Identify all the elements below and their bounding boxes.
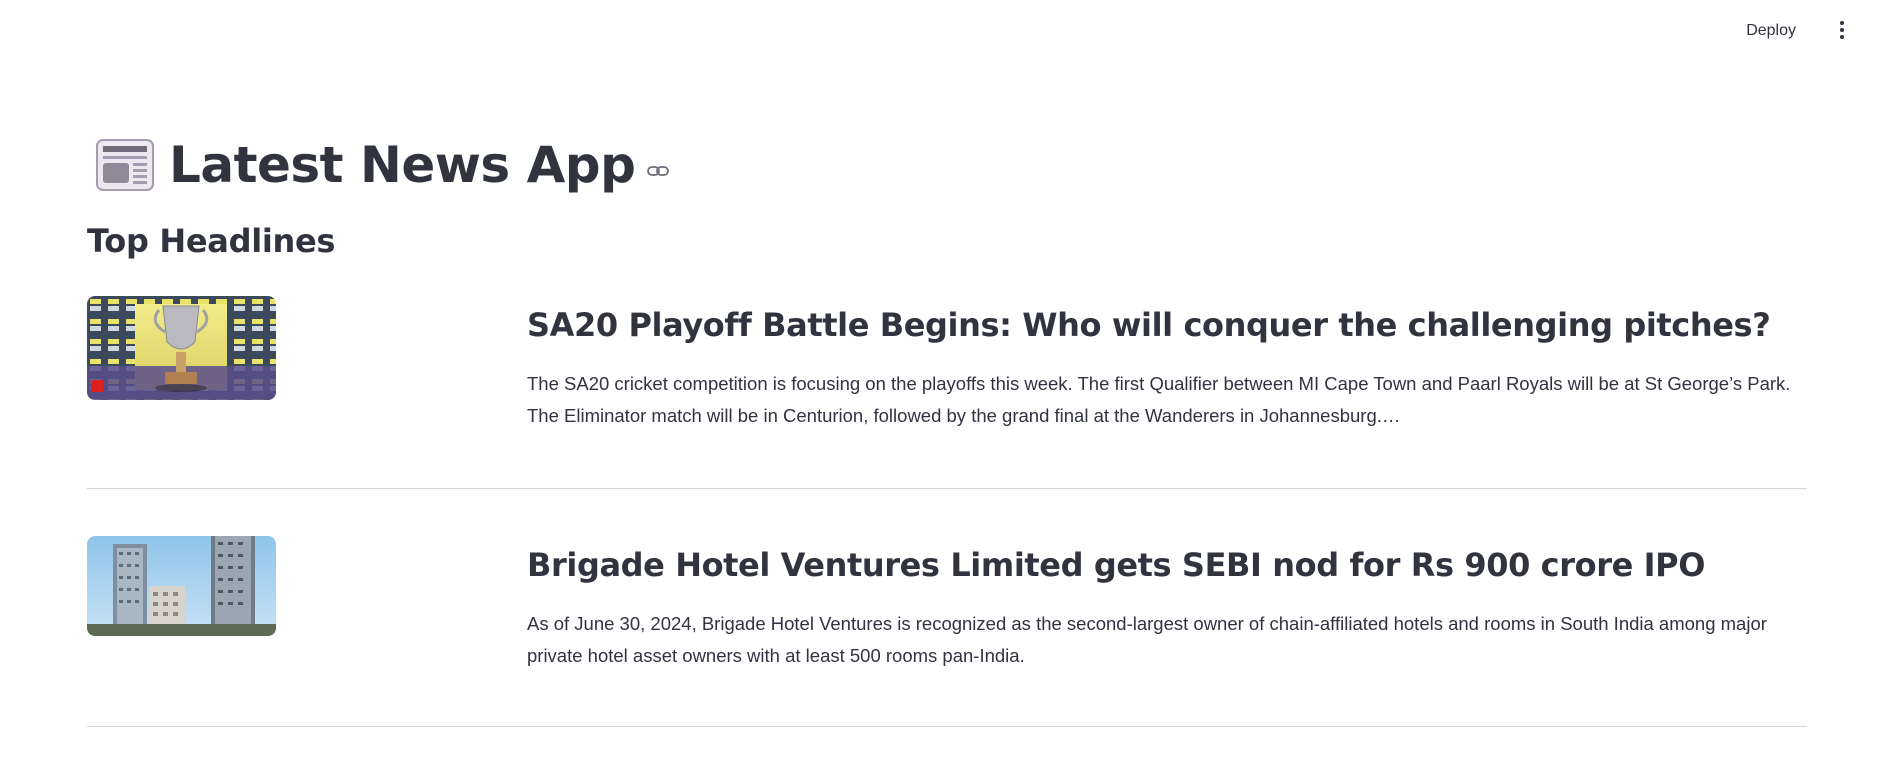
buildings-photo bbox=[87, 536, 276, 636]
divider bbox=[87, 488, 1807, 489]
deploy-button[interactable]: Deploy bbox=[1738, 18, 1804, 44]
main-content: Latest News App Top Headlines bbox=[87, 130, 1807, 260]
section-subheader: Top Headlines bbox=[87, 222, 336, 260]
more-vertical-icon[interactable] bbox=[1832, 18, 1852, 42]
title-row: Latest News App bbox=[87, 130, 1807, 200]
newspaper-icon bbox=[96, 139, 154, 191]
article-description: As of June 30, 2024, Brigade Hotel Ventu… bbox=[527, 613, 1767, 666]
article-headline[interactable]: SA20 Playoff Battle Begins: Who will con… bbox=[527, 306, 1771, 344]
article-thumbnail bbox=[87, 536, 276, 636]
article-item: Brigade Hotel Ventures Limited gets SEBI… bbox=[87, 536, 1807, 736]
article-item: SA20 Playoff Battle Begins: Who will con… bbox=[87, 296, 1807, 496]
page-title: Latest News App bbox=[169, 136, 636, 194]
top-toolbar: Deploy bbox=[0, 0, 1890, 60]
article-headline[interactable]: Brigade Hotel Ventures Limited gets SEBI… bbox=[527, 546, 1705, 584]
article-thumbnail bbox=[87, 296, 276, 400]
link-icon[interactable] bbox=[647, 164, 670, 178]
trophy-photo bbox=[87, 296, 276, 400]
article-description: The SA20 cricket competition is focusing… bbox=[527, 373, 1791, 426]
divider bbox=[87, 726, 1807, 727]
